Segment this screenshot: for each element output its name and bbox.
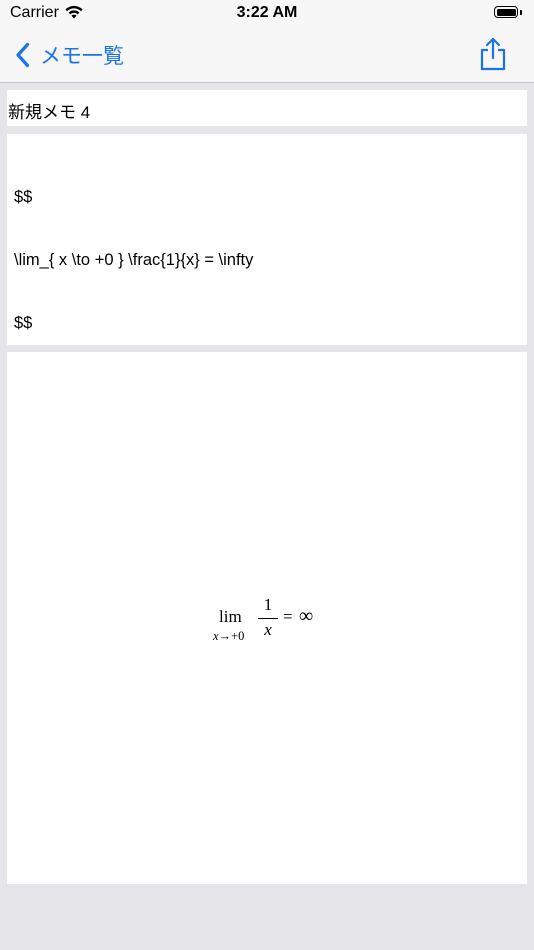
share-icon[interactable] <box>478 36 508 72</box>
formula-fraction-bar <box>258 618 278 619</box>
battery-icon <box>494 6 524 20</box>
memo-title-field[interactable]: 新規メモ 4 <box>7 90 527 126</box>
latex-source-editor[interactable]: $$ \lim_{ x \to +0 } \frac{1}{x} = \inft… <box>7 134 527 345</box>
status-bar: Carrier 3:22 AM <box>0 0 534 28</box>
back-label: メモ一覧 <box>40 45 124 68</box>
source-text: $$ \lim_{ x \to +0 } \frac{1}{x} = \inft… <box>14 145 253 376</box>
back-button[interactable]: メモ一覧 <box>14 40 124 70</box>
formula-denominator: x <box>264 620 272 639</box>
source-line: $$ <box>14 188 33 206</box>
formula-equals: = <box>283 607 293 626</box>
formula-sub-arrow: → <box>218 629 232 643</box>
navigation-bar: メモ一覧 <box>0 28 534 83</box>
rendered-formula: lim x→+0 1 x = ∞ <box>205 592 335 652</box>
memo-title: 新規メモ 4 <box>8 103 91 122</box>
formula-limit-subscript: x→+0 <box>213 629 244 644</box>
formula-numerator: 1 <box>263 595 273 614</box>
formula-infinity: ∞ <box>299 605 314 627</box>
chevron-left-icon <box>16 42 30 68</box>
source-line: \lim_{ x \to +0 } \frac{1}{x} = \infty <box>14 251 254 269</box>
formula-lim: lim <box>219 607 242 626</box>
source-line: $$ <box>14 314 33 332</box>
status-time: 3:22 AM <box>236 4 298 21</box>
formula-sub-value: +0 <box>231 629 245 643</box>
